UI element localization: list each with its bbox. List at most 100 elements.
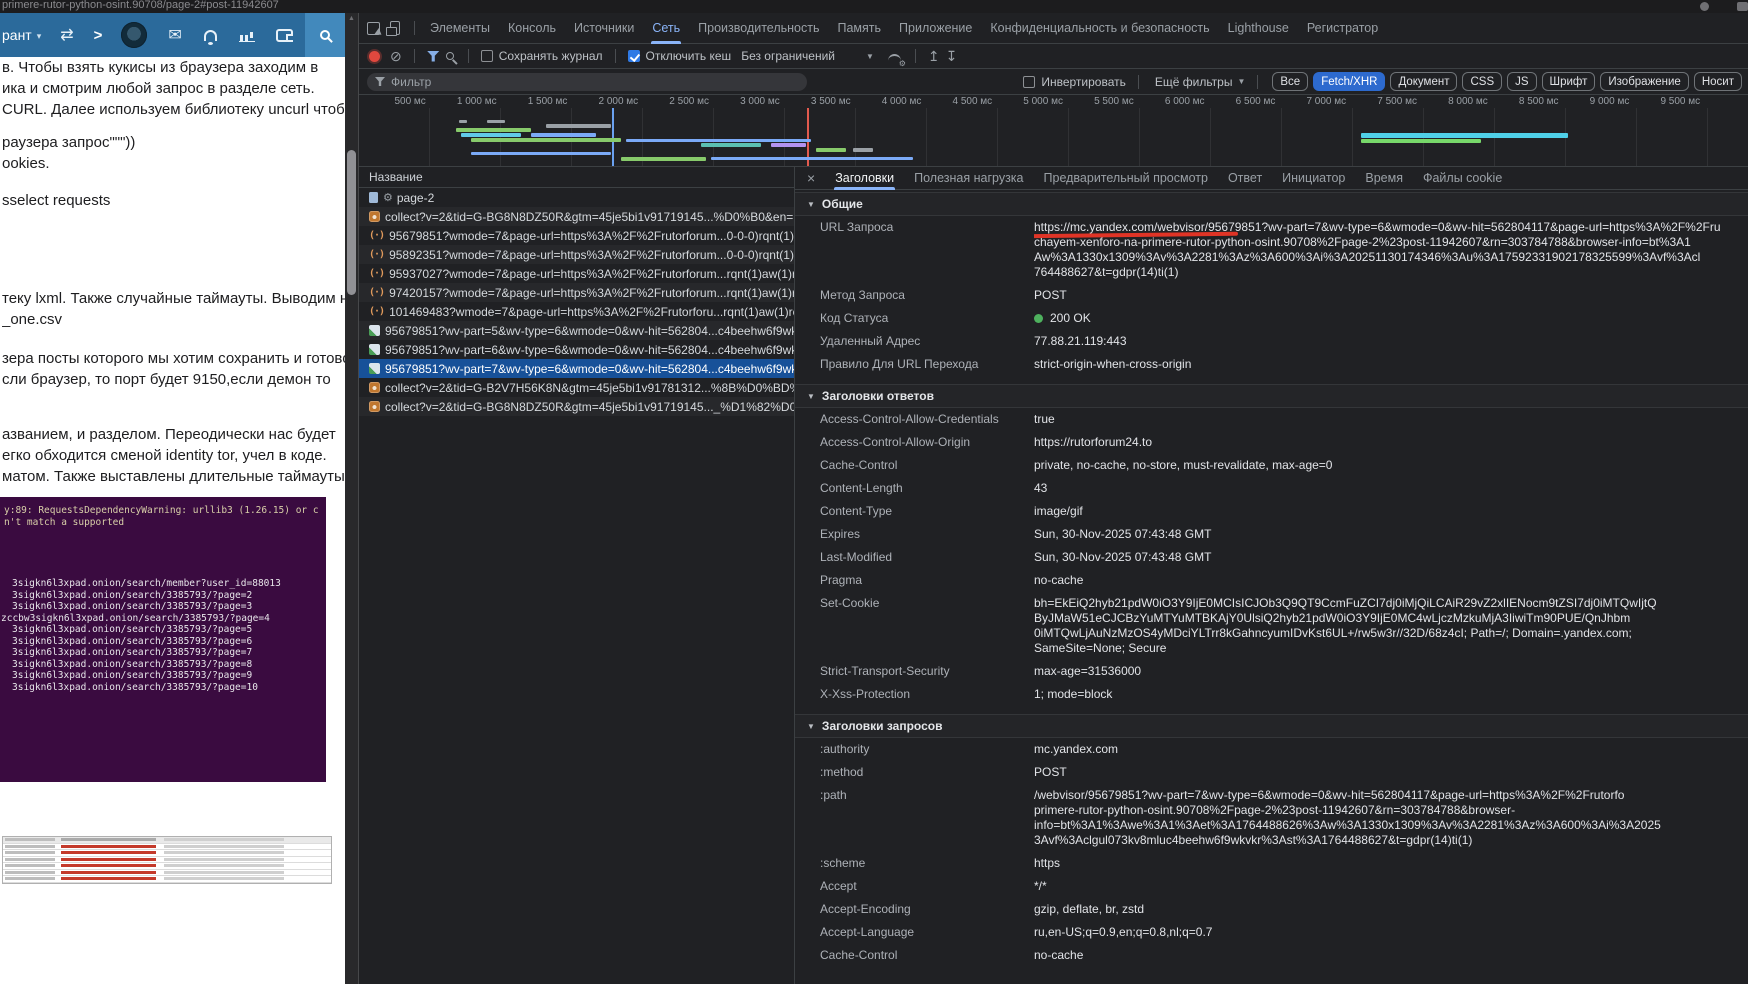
terminal-line: zccbw3sigkn6l3xpad.onion/search/3385793/… <box>0 613 326 625</box>
request-row[interactable]: ⚙ page-2 <box>359 188 794 207</box>
filter-chip[interactable]: JS <box>1507 72 1536 91</box>
devtools-tab[interactable]: Lighthouse <box>1219 13 1298 44</box>
remote-address-row: Удаленный Адрес 77.88.21.119:443 <box>820 330 1748 353</box>
terminal-line: 3sigkn6l3xpad.onion/search/3385793/?page… <box>0 636 326 648</box>
request-row[interactable]: ⚙ collect?v=2&tid=G-BG8N8DZ50R&gtm=45je5… <box>359 397 794 416</box>
clear-icon[interactable]: ⊘ <box>390 49 402 63</box>
request-type-icon <box>369 344 380 355</box>
article-line: _one.csv <box>2 309 345 330</box>
import-har-icon[interactable]: ↥ <box>928 49 940 63</box>
disable-cache-checkbox[interactable] <box>628 50 640 62</box>
detail-tab[interactable]: Файлы cookie <box>1413 167 1512 190</box>
guarantor-menu[interactable]: рант <box>2 27 32 43</box>
chevron-right-icon[interactable]: > <box>94 27 103 44</box>
timeline-waterfall[interactable] <box>359 108 1748 166</box>
swap-arrows-icon[interactable]: ⇄ <box>60 25 73 45</box>
mail-icon[interactable]: ✉ <box>168 25 181 45</box>
request-row[interactable]: ⚙ collect?v=2&tid=G-BG8N8DZ50R&gtm=45je5… <box>359 207 794 226</box>
detail-tab[interactable]: Инициатор <box>1272 167 1355 190</box>
request-row[interactable]: ⚙ 95679851?wv-part=6&wv-type=6&wmode=0&w… <box>359 340 794 359</box>
device-toolbar-icon[interactable] <box>390 21 400 35</box>
timeline-tick-label: 5 000 мс <box>996 95 1067 108</box>
search-icon[interactable] <box>446 52 454 60</box>
request-row[interactable]: ⚙ 101469483?wmode=7&page-url=https%3A%2F… <box>359 302 794 321</box>
attachment-table-thumbnail[interactable] <box>2 836 332 884</box>
detail-tab[interactable]: Заголовки <box>825 167 904 190</box>
scrollbar-up-icon[interactable]: ▲ <box>348 15 355 22</box>
path-line: 3Avf%3Aclgul073kv8mluc4beehw6f9wkvkr%3As… <box>1034 833 1748 848</box>
terminal-line: 3sigkn6l3xpad.onion/search/3385793/?page… <box>0 590 326 602</box>
name-column-header[interactable]: Название <box>359 167 794 188</box>
devtools-tab-bar: ЭлементыКонсольИсточникиСетьПроизводител… <box>359 13 1748 44</box>
devtools-tab[interactable]: Элементы <box>421 13 499 44</box>
network-overview-timeline[interactable]: 500 мс1 000 мс1 500 мс2 000 мс2 500 мс3 … <box>359 95 1748 167</box>
detail-tab[interactable]: Предварительный просмотр <box>1034 167 1218 190</box>
request-row[interactable]: ⚙ 95892351?wmode=7&page-url=https%3A%2F%… <box>359 245 794 264</box>
browser-url-fragment: primere-rutor-python-osint.90708/page-2#… <box>2 0 279 11</box>
gear-icon: ⚙ <box>383 191 393 204</box>
request-row[interactable]: ⚙ 95679851?wmode=7&page-url=https%3A%2F%… <box>359 226 794 245</box>
request-name: 97420157?wmode=7&page-url=https%3A%2F%2F… <box>389 286 794 300</box>
request-row[interactable]: ⚙ 95679851?wv-part=7&wv-type=6&wmode=0&w… <box>359 359 794 378</box>
request-headers-section-header[interactable]: ▼ Заголовки запросов <box>795 714 1748 738</box>
filter-chip[interactable]: Все <box>1272 72 1308 91</box>
timeline-tick-label: 5 500 мс <box>1067 95 1138 108</box>
bell-icon[interactable] <box>204 30 217 41</box>
article-text: в. Чтобы взять кукисы из браузера заходи… <box>2 57 345 487</box>
search-button[interactable] <box>305 13 345 57</box>
scrollbar-thumb[interactable] <box>347 150 356 295</box>
export-har-icon[interactable]: ↧ <box>946 49 958 63</box>
search-icon <box>320 30 330 40</box>
preserve-log-checkbox[interactable] <box>481 50 493 62</box>
detail-tab[interactable]: Полезная нагрузка <box>904 167 1033 190</box>
invert-checkbox[interactable] <box>1023 76 1035 88</box>
response-headers-section-header[interactable]: ▼ Заголовки ответов <box>795 384 1748 408</box>
devtools-tab[interactable]: Память <box>829 13 891 44</box>
devtools-tab[interactable]: Сеть <box>643 13 689 44</box>
header-row: Access-Control-Allow-Origin https://ruto… <box>820 431 1748 454</box>
inspect-element-icon[interactable] <box>367 22 380 35</box>
set-cookie-line: 0iMTQwLjAuNzMzOS4yMDciYLTrr8kGahncyumIDv… <box>1034 626 1748 641</box>
filter-chip[interactable]: Изображение <box>1600 72 1688 91</box>
profile-icon[interactable] <box>1700 2 1709 11</box>
devtools-tab[interactable]: Регистратор <box>1298 13 1387 44</box>
timeline-tick-label: 6 000 мс <box>1138 95 1209 108</box>
request-row[interactable]: ⚙ 97420157?wmode=7&page-url=https%3A%2F%… <box>359 283 794 302</box>
filter-chip[interactable]: Носит <box>1694 72 1742 91</box>
devtools-tab[interactable]: Источники <box>565 13 643 44</box>
request-row[interactable]: ⚙ collect?v=2&tid=G-B2V7H56K8N&gtm=45je5… <box>359 378 794 397</box>
network-conditions-icon[interactable] <box>888 54 901 62</box>
more-filters-dropdown[interactable]: Ещё фильтры ▼ <box>1155 75 1246 89</box>
triangle-down-icon: ▼ <box>807 200 815 209</box>
devtools-tab[interactable]: Конфиденциальность и безопасность <box>981 13 1218 44</box>
record-icon[interactable] <box>369 51 380 62</box>
filter-input[interactable]: Фильтр <box>367 73 807 91</box>
timeline-tick-label: 2 500 мс <box>642 95 713 108</box>
general-section-header[interactable]: ▼ Общие <box>795 192 1748 216</box>
header-row: :scheme https <box>820 852 1748 875</box>
request-row[interactable]: ⚙ 95679851?wv-part=5&wv-type=6&wmode=0&w… <box>359 321 794 340</box>
request-row[interactable]: ⚙ 95937027?wmode=7&page-url=https%3A%2F%… <box>359 264 794 283</box>
detail-tab[interactable]: Время <box>1355 167 1413 190</box>
page-scrollbar[interactable]: ▲ <box>345 13 358 984</box>
avatar[interactable] <box>121 22 147 48</box>
timeline-tick-label: 8 500 мс <box>1492 95 1563 108</box>
article-line: CURL. Далее используем библиотеку uncurl… <box>2 99 345 120</box>
terminal-screenshot: y:89: RequestsDependencyWarning: urllib3… <box>0 497 326 782</box>
invert-label: Инвертировать <box>1041 75 1126 89</box>
wallet-icon[interactable] <box>276 29 293 42</box>
throttling-dropdown[interactable]: Без ограничений ▼ <box>741 49 874 63</box>
filter-chip[interactable]: Шрифт <box>1542 72 1596 91</box>
close-icon[interactable]: × <box>807 170 815 186</box>
filter-funnel-icon[interactable] <box>427 51 440 62</box>
devtools-tab[interactable]: Консоль <box>499 13 565 44</box>
devtools-tab[interactable]: Производительность <box>689 13 828 44</box>
filter-chip[interactable]: Fetch/XHR <box>1313 72 1385 91</box>
window-menu-icon[interactable] <box>1737 2 1748 11</box>
devtools-tab[interactable]: Приложение <box>890 13 981 44</box>
chart-icon[interactable] <box>239 29 255 42</box>
detail-tab[interactable]: Ответ <box>1218 167 1272 190</box>
filter-chip[interactable]: Документ <box>1390 72 1457 91</box>
header-row: Accept-Language ru,en-US;q=0.9,en;q=0.8,… <box>820 921 1748 944</box>
filter-chip[interactable]: CSS <box>1462 72 1502 91</box>
